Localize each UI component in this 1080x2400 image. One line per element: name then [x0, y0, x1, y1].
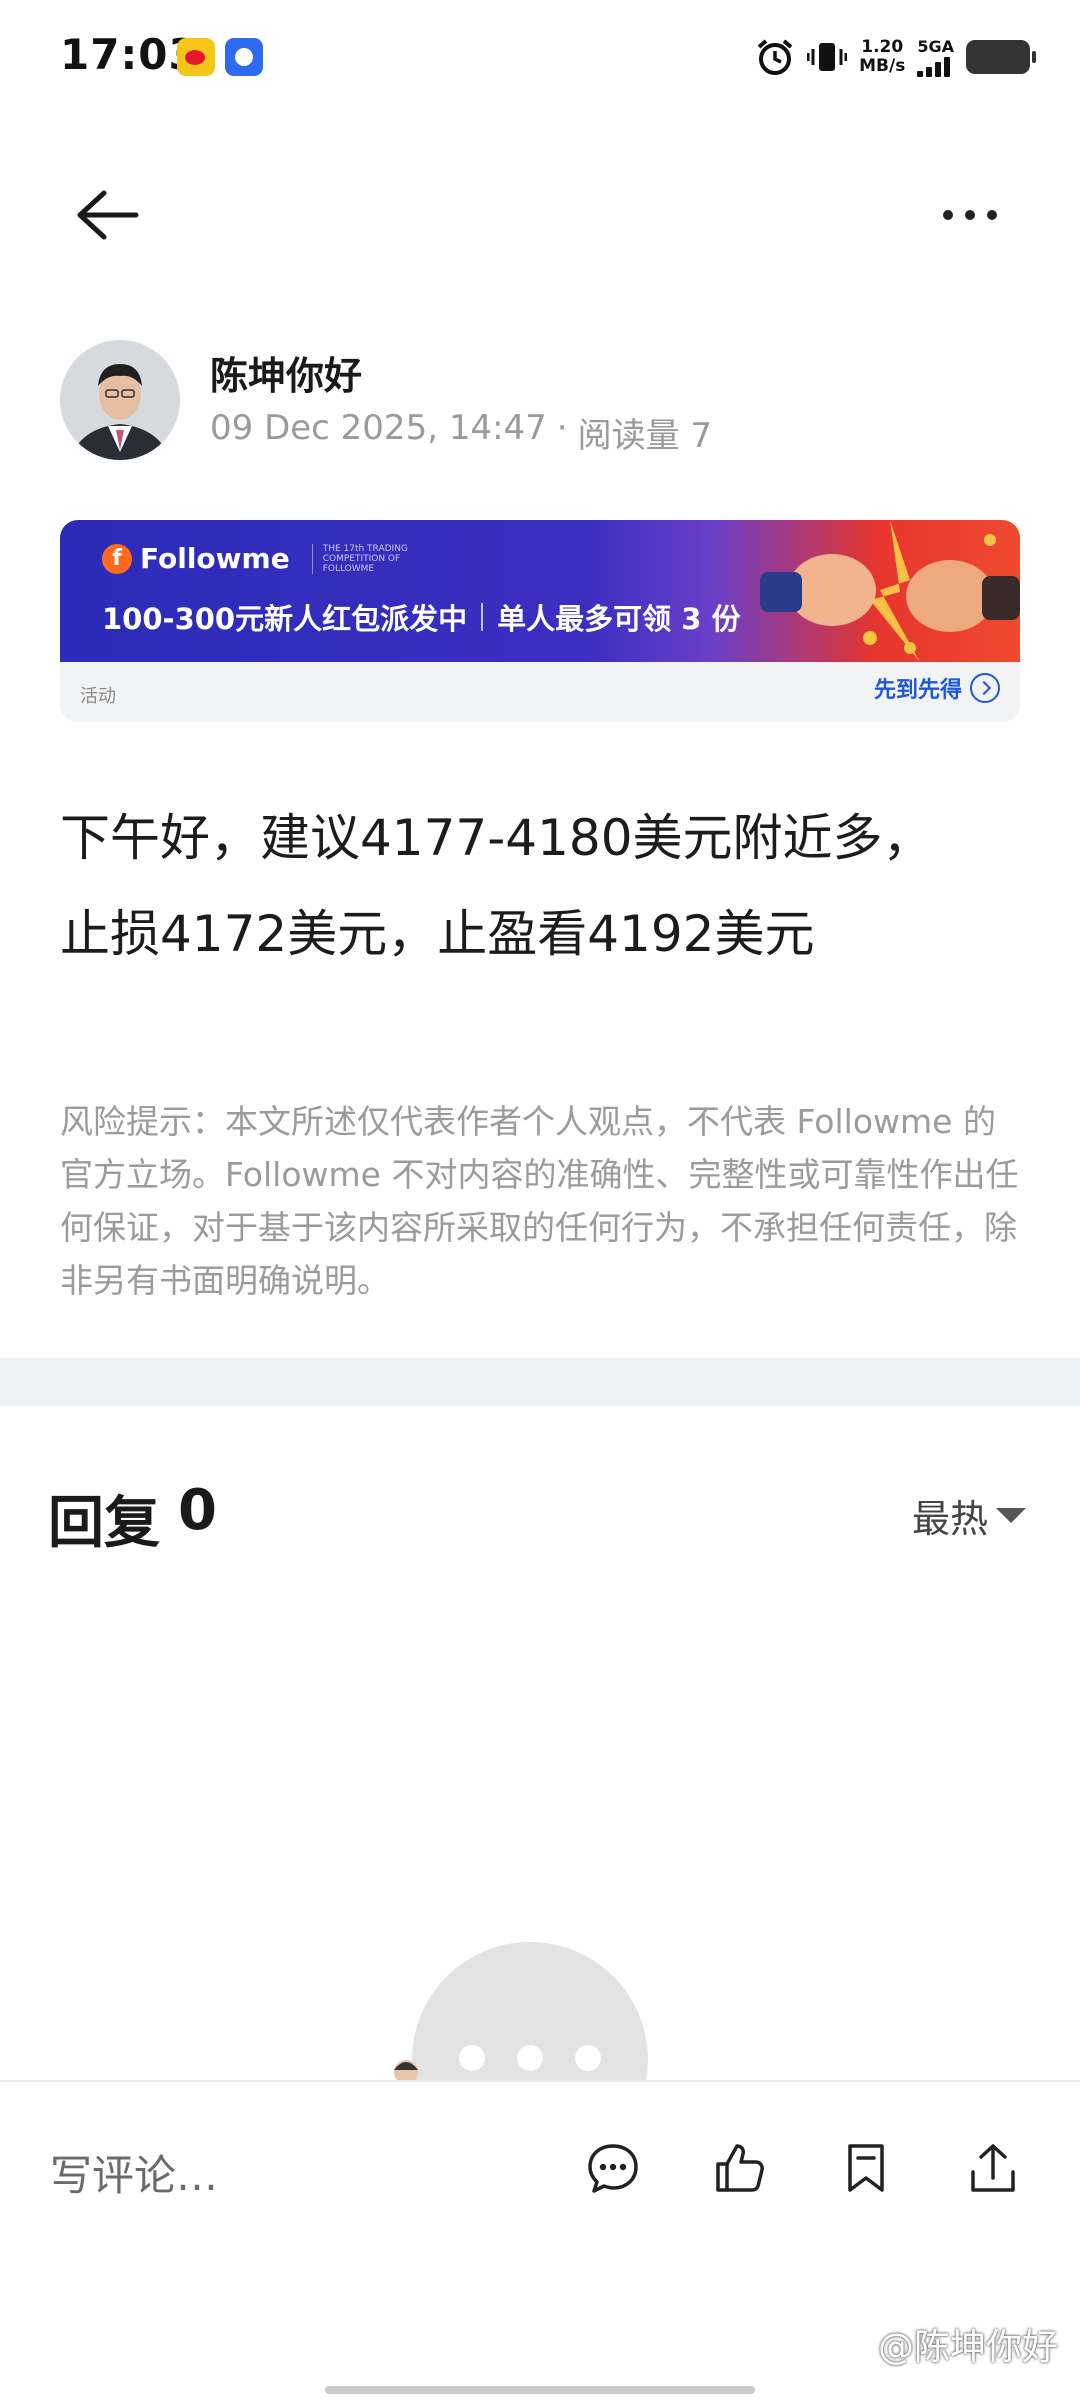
section-divider [0, 1358, 1080, 1406]
vibrate-icon [807, 37, 848, 77]
avatar[interactable] [60, 340, 180, 460]
status-indicators: 1.20 MB/s 5GA [755, 34, 1036, 80]
signal-icon: 5GA [917, 38, 954, 77]
alarm-icon [755, 37, 795, 77]
watermark: @陈坤你好 [877, 2327, 1058, 2368]
sort-label: 最热 [911, 1497, 988, 1541]
banner-tag: 活动 [80, 686, 116, 707]
followme-logo-icon: f [102, 543, 132, 574]
signal-bars [917, 55, 951, 77]
post-date: 09 Dec 2025, 14:47 [210, 408, 547, 448]
more-icon[interactable] [940, 205, 1000, 225]
weibo-icon [177, 38, 215, 76]
fist-bump-illustration [760, 520, 1020, 662]
net-speed-unit: MB/s [859, 56, 906, 76]
home-indicator[interactable] [325, 2386, 755, 2394]
promo-banner[interactable]: f Followme THE 17th TRADING COMPETITION … [60, 520, 1020, 722]
post-content: 下午好，建议4177-4180美元附近多， 止损4172美元，止盈看4192美元 [60, 790, 1020, 982]
baidu-icon [225, 38, 263, 76]
risk-disclaimer: 风险提示：本文所述仅代表作者个人观点，不代表 Followme 的官方立场。Fo… [60, 1102, 1019, 1300]
back-arrow-icon[interactable] [70, 185, 140, 245]
sort-dropdown[interactable]: 最热 [912, 1488, 1026, 1543]
net-speed: 1.20 MB/s [859, 38, 905, 76]
view-count: 阅读量 7 [577, 416, 713, 456]
banner-cta-button[interactable]: 先到先得 [874, 672, 1000, 704]
post-line-2: 止损4172美元，止盈看4192美元 [60, 905, 815, 963]
banner-headline: 100-300元新人红包派发中 单人最多可领 3 份 [102, 596, 740, 638]
logo-subtitle: THE 17th TRADING COMPETITION OF FOLLOWME [311, 543, 422, 574]
banner-separator [481, 603, 484, 631]
reply-label: 回复 [48, 1491, 160, 1556]
post-meta: 09 Dec 2025, 14:47 · 阅读量 7 [210, 408, 712, 457]
comment-input[interactable]: 写评论… [50, 2142, 218, 2203]
reply-count: 0 [178, 1478, 217, 1543]
empty-comments-illustration [394, 1942, 648, 2080]
author-name[interactable]: 陈坤你好 [210, 345, 362, 400]
battery-icon [966, 40, 1036, 74]
chevron-right-circle-icon [970, 673, 1000, 703]
meta-separator: · [556, 408, 568, 448]
status-bar: 17:03 1.20 MB/s 5GA [0, 0, 1080, 110]
banner-image[interactable]: f Followme THE 17th TRADING COMPETITION … [60, 520, 1020, 662]
comment-icon[interactable] [585, 2140, 641, 2196]
banner-cta-label: 先到先得 [873, 678, 962, 703]
net-speed-value: 1.20 [861, 37, 904, 57]
bottom-action-bar: 写评论… [0, 2080, 1080, 2290]
network-label: 5GA [917, 36, 954, 56]
logo-text: Followme [140, 542, 290, 575]
chevron-down-icon [996, 1508, 1026, 1523]
banner-headline-left: 100-300元新人红包派发中 [102, 602, 468, 636]
post-line-1: 下午好，建议4177-4180美元附近多， [60, 809, 933, 867]
share-icon[interactable] [965, 2140, 1021, 2196]
followme-logo: f Followme THE 17th TRADING COMPETITION … [102, 542, 422, 575]
reply-header: 回复 0 [48, 1478, 217, 1559]
like-icon[interactable] [712, 2140, 768, 2196]
bookmark-icon[interactable] [838, 2140, 894, 2196]
banner-headline-right: 单人最多可领 3 份 [497, 602, 741, 636]
